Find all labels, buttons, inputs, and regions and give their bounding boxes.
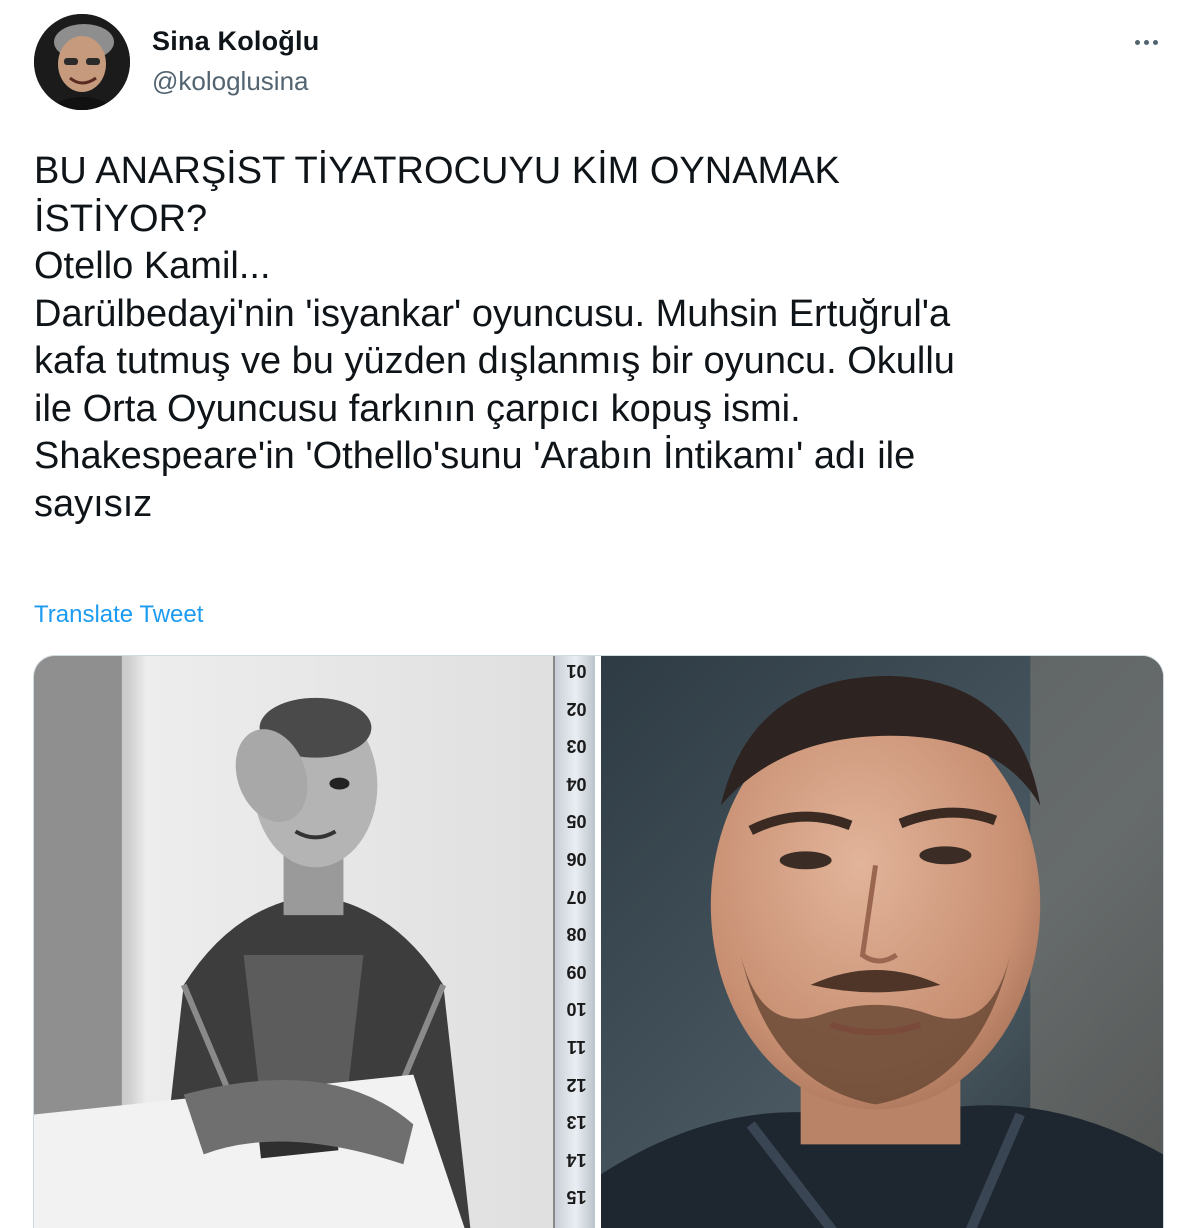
tweet-text-line: kafa tutmuş ve bu yüzden dışlanmış bir o… (34, 340, 955, 382)
ruler-tick-label: 09 (566, 961, 587, 982)
more-horizontal-icon (1134, 39, 1140, 45)
tweet-card: Sina Koloğlu @kologlusina BU ANARŞİST Tİ… (0, 0, 1192, 1228)
avatar[interactable] (34, 14, 130, 110)
more-horizontal-icon (1143, 39, 1149, 45)
ruler-tick-label: 04 (566, 773, 587, 794)
tweet-text-line: Darülbedayi'nin 'isyankar' oyuncusu. Muh… (34, 292, 951, 335)
tweet-text-line: sayısız (34, 482, 153, 525)
author-display-name[interactable]: Sina Koloğlu (152, 26, 319, 57)
tweet-media: 01 02 03 04 05 06 07 08 09 10 11 12 13 14 15 16 (33, 655, 1164, 1228)
ruler-tick-label: 11 (566, 1037, 587, 1057)
ruler-tick-label: 03 (566, 736, 587, 757)
tweet-text-line: BU ANARŞİST TİYATROCUYU KİM OYNAMAK (34, 150, 840, 192)
photo-archive-portrait[interactable]: 01 02 03 04 05 06 07 08 09 10 11 12 13 14 15 16 (34, 656, 595, 1228)
ruler-tick-label: 05 (566, 811, 587, 832)
tweet-text-line: ile Orta Oyuncusu farkının çarpıcı kopuş… (34, 387, 801, 430)
ruler-tick-label: 08 (566, 924, 587, 945)
photo-actor-portrait[interactable] (601, 656, 1163, 1228)
avatar-photo (34, 14, 130, 110)
ruler-tick-label: 13 (566, 1112, 587, 1133)
ruler-tick-label: 14 (566, 1149, 587, 1170)
actor-portrait-image (601, 656, 1163, 1228)
ruler-tick-label: 10 (566, 999, 587, 1020)
ruler-tick-label: 06 (566, 849, 587, 869)
more-horizontal-icon (1152, 39, 1158, 45)
translate-tweet-link[interactable]: Translate Tweet (34, 601, 203, 629)
ruler-tick-label: 07 (566, 886, 587, 907)
author-handle[interactable]: @kologlusina (152, 66, 308, 97)
more-options-button[interactable] (1126, 22, 1166, 62)
measurement-ruler: 01 02 03 04 05 06 07 08 09 10 11 12 13 14 15 16 (553, 656, 595, 1228)
tweet-text: BU ANARŞİST TİYATROCUYU KİM OYNAMAK İSTİ… (34, 148, 1164, 528)
ruler-tick-label: 15 (566, 1187, 587, 1208)
tweet-text-line: Shakespeare'in 'Othello'sunu 'Arabın İnt… (34, 435, 916, 477)
archive-portrait-image (34, 656, 595, 1228)
tweet-text-line: Otello Kamil... (34, 245, 271, 287)
tweet-text-line: İSTİYOR? (34, 197, 208, 240)
ruler-tick-label: 16 (557, 1224, 595, 1228)
ruler-tick-label: 12 (566, 1074, 587, 1095)
ruler-tick-label: 02 (566, 698, 587, 719)
ruler-tick-label: 01 (566, 661, 587, 681)
